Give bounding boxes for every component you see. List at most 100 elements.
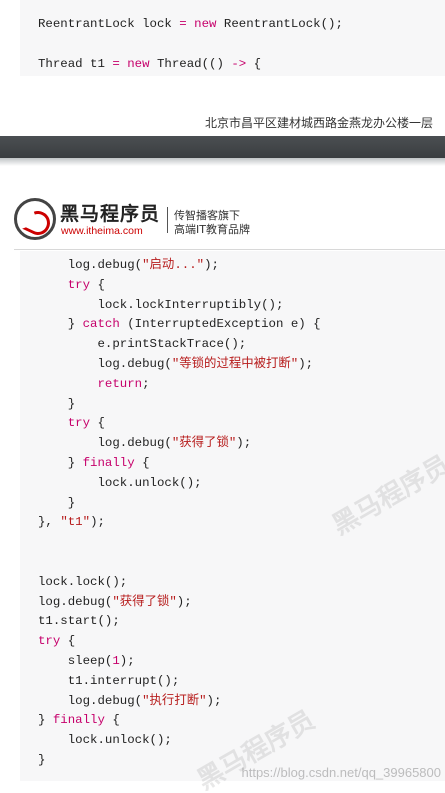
code-text: { <box>90 277 105 292</box>
code-string: "获得了锁" <box>112 594 177 609</box>
code-line: log.debug("启动..."); <box>38 256 445 276</box>
brand-tagline-line-2: 高端IT教育品牌 <box>174 223 250 236</box>
page-footer-band <box>0 136 445 166</box>
code-text: ); <box>119 653 135 668</box>
code-text: ; <box>142 376 150 391</box>
code-line: log.debug("获得了锁"); <box>38 593 445 613</box>
code-text: t1.start(); <box>38 614 120 629</box>
code-line: lock.lock(); <box>38 573 445 593</box>
code-line: } finally { <box>38 454 445 474</box>
code-text: e.printStackTrace(); <box>38 337 247 352</box>
code-text: { <box>60 634 76 649</box>
code-text: Thread t1 <box>38 57 113 71</box>
brand-header: 黑马程序员 www.itheima.com 传智播客旗下 高端IT教育品牌 <box>14 188 445 250</box>
code-text: (InterruptedException e) { <box>119 317 321 332</box>
brand-url: www.itheima.com <box>61 225 143 237</box>
code-line: lock.unlock(); <box>38 474 445 494</box>
code-keyword: return <box>97 376 143 391</box>
code-line: }, "t1"); <box>38 513 445 533</box>
code-text: lock.lockInterruptibly(); <box>38 297 284 312</box>
code-snippet-top: ReentrantLock lock = new ReentrantLock()… <box>20 0 445 76</box>
code-keyword: try <box>67 277 91 292</box>
code-text: log.debug( <box>38 258 143 272</box>
code-line: lock.unlock(); <box>38 731 445 751</box>
code-keyword: finally <box>82 455 135 470</box>
code-text: lock.lock(); <box>38 574 128 589</box>
code-text: ReentrantLock(); <box>216 17 343 31</box>
code-text: } <box>38 713 53 728</box>
code-line: try { <box>38 632 445 652</box>
code-keyword: new <box>194 17 217 31</box>
code-line: log.debug("获得了锁"); <box>38 434 445 454</box>
code-text: log.debug( <box>38 693 143 708</box>
code-text: log.debug( <box>38 436 172 451</box>
code-text: }, <box>38 515 61 530</box>
code-line: Thread t1 = new Thread(() -> { <box>38 54 445 74</box>
code-line: e.printStackTrace(); <box>38 335 445 355</box>
code-line: } <box>38 494 445 514</box>
code-string: "执行打断" <box>142 693 207 708</box>
code-keyword: = <box>112 57 120 71</box>
footer-address: 北京市昌平区建材城西路金燕龙办公楼一层 <box>204 116 433 130</box>
code-keyword: finally <box>52 713 105 728</box>
code-line: return; <box>38 375 445 395</box>
code-line: log.debug("执行打断"); <box>38 692 445 712</box>
code-line: lock.lockInterruptibly(); <box>38 296 445 316</box>
brand-divider <box>167 207 168 233</box>
csdn-url-watermark: https://blog.csdn.net/qq_39965800 <box>241 765 442 780</box>
code-snippet-bottom: log.debug("启动..."); try { lock.lockInter… <box>20 251 445 781</box>
code-text: { <box>134 455 150 470</box>
code-keyword: -> <box>231 57 247 71</box>
code-text: lock.unlock(); <box>38 733 172 748</box>
code-line: } <box>38 395 445 415</box>
code-keyword: 1 <box>112 653 120 668</box>
code-text: { <box>90 416 105 431</box>
code-line: } catch (InterruptedException e) { <box>38 315 445 335</box>
code-text: sleep( <box>38 653 113 668</box>
code-text: ); <box>206 693 222 708</box>
code-keyword: catch <box>82 317 120 332</box>
code-text: Thread(() <box>149 57 232 71</box>
code-text: } <box>38 752 46 767</box>
code-string: "等锁的过程中被打断" <box>171 356 299 371</box>
code-text: ); <box>176 594 192 609</box>
code-text: log.debug( <box>38 356 172 371</box>
code-string: "t1" <box>60 515 91 530</box>
code-text: ReentrantLock lock <box>38 17 180 31</box>
code-text: t1.interrupt(); <box>38 673 180 688</box>
code-text: } <box>38 317 83 332</box>
code-line: sleep(1); <box>38 652 445 672</box>
code-text: } <box>38 396 76 411</box>
code-line: } finally { <box>38 711 445 731</box>
code-text: lock.unlock(); <box>38 475 202 490</box>
code-text: { <box>246 57 262 71</box>
brand-logo-icon <box>14 198 56 240</box>
code-text: } <box>38 495 76 510</box>
code-text: } <box>38 455 83 470</box>
code-line: try { <box>38 276 445 296</box>
code-text: ); <box>90 515 105 530</box>
code-keyword: try <box>67 416 91 431</box>
code-line: t1.interrupt(); <box>38 672 445 692</box>
code-keyword: new <box>127 57 150 71</box>
code-string: "获得了锁" <box>171 436 237 451</box>
brand-name: 黑马程序员 <box>60 203 161 225</box>
code-line: try { <box>38 414 445 434</box>
code-text: ); <box>298 356 314 371</box>
code-text: ); <box>204 258 219 272</box>
code-string: "启动..." <box>142 258 205 272</box>
code-line: ReentrantLock lock = new ReentrantLock()… <box>38 14 445 34</box>
code-line: log.debug("等锁的过程中被打断"); <box>38 355 445 375</box>
code-text: log.debug( <box>38 594 113 609</box>
code-line: t1.start(); <box>38 612 445 632</box>
code-keyword: = <box>179 17 187 31</box>
code-keyword: try <box>38 634 61 649</box>
code-text: { <box>104 713 120 728</box>
code-text: ); <box>236 436 252 451</box>
